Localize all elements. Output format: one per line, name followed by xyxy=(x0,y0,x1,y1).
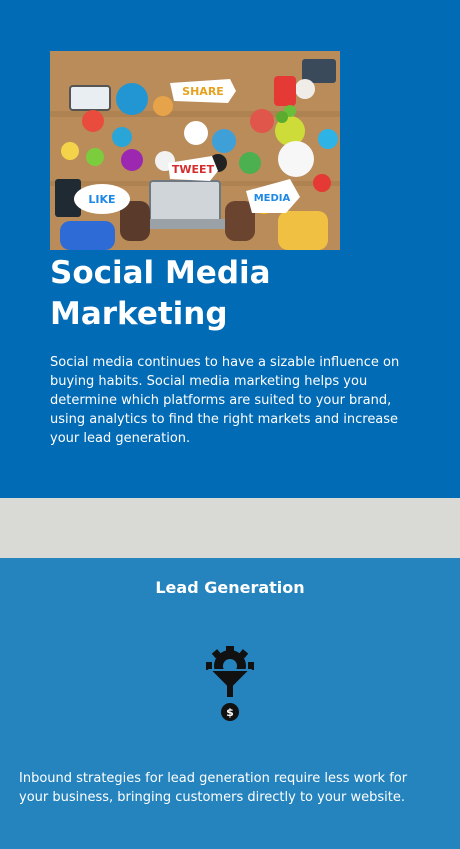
social-media-description: Social media continues to have a sizable… xyxy=(50,355,400,446)
funnel-gear-dollar-icon: $ xyxy=(206,646,254,722)
lead-generation-section: Lead Generation $ Inbound strategies for… xyxy=(0,558,460,849)
tweet-bubble-text: TWEET xyxy=(172,163,215,176)
share-bubble-text: SHARE xyxy=(182,85,224,98)
lead-generation-title: Lead Generation xyxy=(155,578,305,597)
social-media-illustration: SHARE TWEET LIKE MEDIA xyxy=(50,51,340,250)
svg-text:$: $ xyxy=(226,706,234,719)
page-title: Social Media Marketing xyxy=(50,255,271,332)
section-divider xyxy=(0,498,460,558)
like-bubble-text: LIKE xyxy=(88,193,115,206)
lead-generation-description: Inbound strategies for lead generation r… xyxy=(19,771,408,805)
social-media-illustration-svg: SHARE TWEET LIKE MEDIA xyxy=(50,51,340,250)
media-bubble-text: MEDIA xyxy=(254,193,291,204)
social-media-section: SHARE TWEET LIKE MEDIA Social Media Mark… xyxy=(0,0,460,498)
